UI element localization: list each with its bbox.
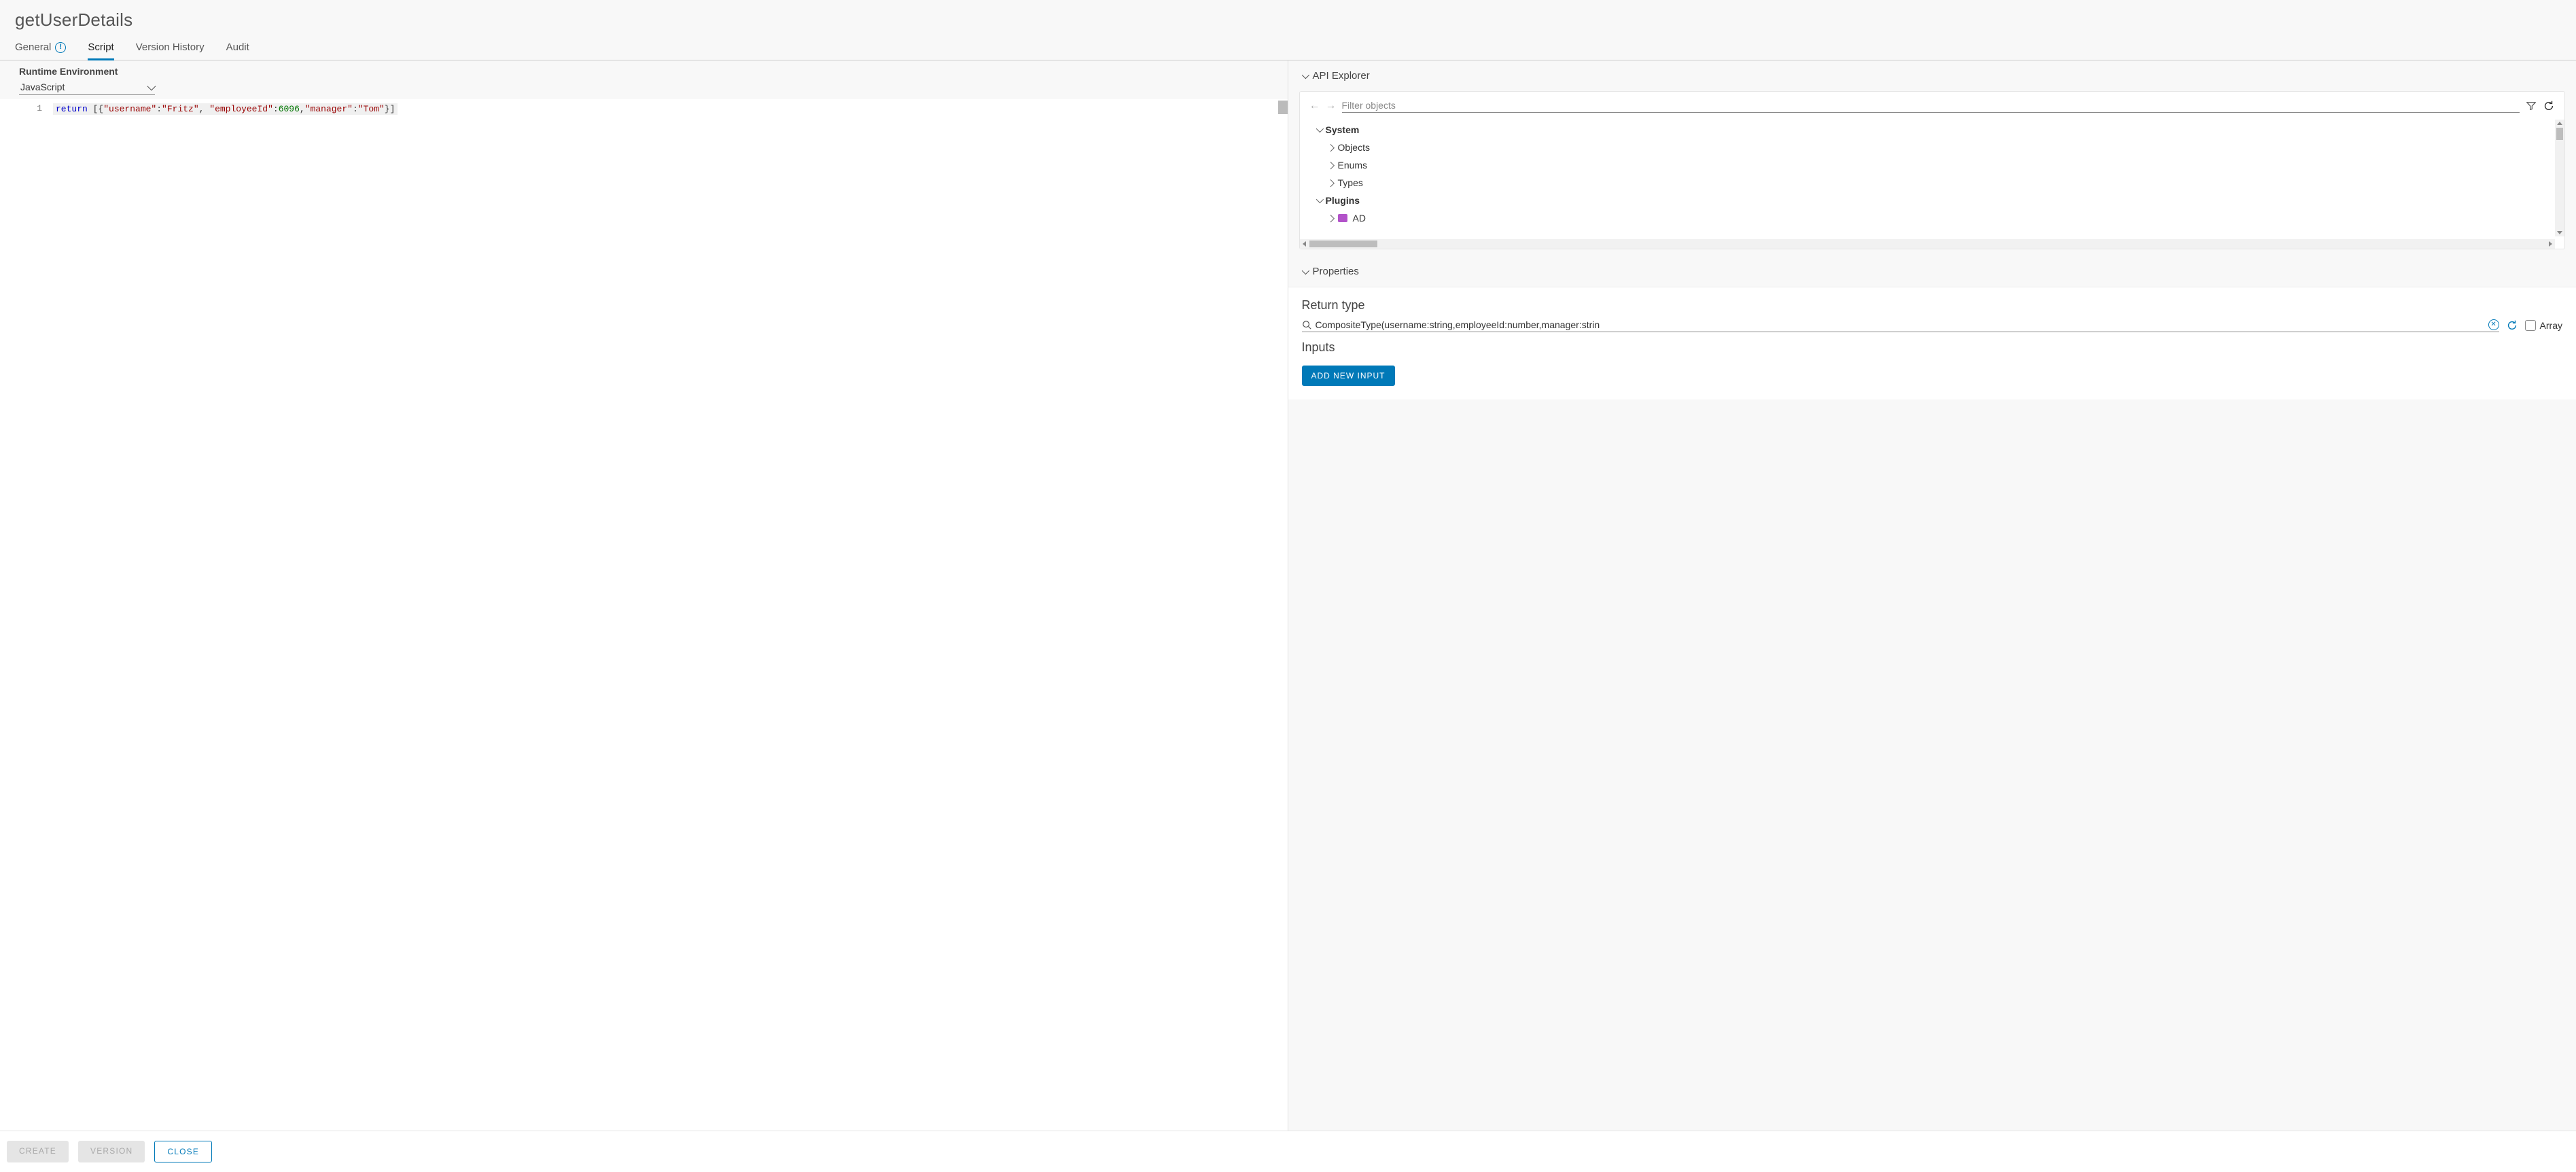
- tree-node-ad[interactable]: AD: [1313, 209, 2565, 227]
- api-explorer-toggle[interactable]: API Explorer: [1288, 60, 2576, 91]
- refresh-return-type-icon[interactable]: [2506, 319, 2518, 332]
- code-line[interactable]: return [{"username":"Fritz", "employeeId…: [53, 103, 398, 115]
- tree-node-enums[interactable]: Enums: [1313, 156, 2565, 174]
- tree-node-plugins[interactable]: Plugins: [1313, 192, 2565, 209]
- tree-node-objects[interactable]: Objects: [1313, 139, 2565, 156]
- tab-version[interactable]: Version History: [136, 35, 205, 60]
- chevron-down-icon: [1316, 196, 1323, 203]
- return-type-label: Return type: [1302, 298, 2563, 313]
- chevron-down-icon: [1301, 266, 1309, 274]
- api-explorer-title: API Explorer: [1313, 70, 1370, 82]
- chevron-down-icon: [1316, 125, 1323, 132]
- tree-hscrollbar[interactable]: [1300, 239, 2556, 249]
- tab-label: Version History: [136, 41, 205, 53]
- return-type-input[interactable]: [1316, 319, 2484, 330]
- add-new-input-button[interactable]: ADD NEW INPUT: [1302, 366, 1395, 386]
- line-number: 1: [0, 103, 42, 113]
- checkbox-icon: [2525, 320, 2536, 331]
- runtime-env-label: Runtime Environment: [19, 66, 1269, 77]
- tree-node-label: AD: [1353, 213, 1366, 224]
- tab-script[interactable]: Script: [88, 35, 113, 60]
- plugin-icon: [1338, 214, 1347, 222]
- tree-node-label: Objects: [1338, 142, 1370, 153]
- chevron-right-icon: [1326, 179, 1334, 187]
- tree-node-system[interactable]: System: [1313, 121, 2565, 139]
- tab-bar: General Script Version History Audit: [0, 35, 2576, 60]
- create-button[interactable]: CREATE: [7, 1141, 69, 1162]
- search-icon: [1302, 320, 1311, 330]
- inputs-label: Inputs: [1302, 340, 2563, 355]
- tab-audit[interactable]: Audit: [226, 35, 249, 60]
- nav-forward-icon[interactable]: →: [1326, 100, 1337, 112]
- array-checkbox[interactable]: Array: [2525, 320, 2562, 331]
- array-checkbox-label: Array: [2540, 320, 2562, 331]
- tree-node-label: Plugins: [1326, 195, 1360, 206]
- tree-node-label: Enums: [1338, 160, 1368, 171]
- version-button[interactable]: VERSION: [78, 1141, 145, 1162]
- page-title: getUserDetails: [15, 10, 2561, 31]
- refresh-icon[interactable]: [2543, 100, 2555, 112]
- editor-vscroll-thumb[interactable]: [1278, 101, 1288, 114]
- tab-label: General: [15, 41, 51, 53]
- properties-toggle[interactable]: Properties: [1288, 256, 2576, 287]
- chevron-down-icon: [1301, 71, 1309, 78]
- tab-label: Script: [88, 41, 113, 53]
- tree-node-types[interactable]: Types: [1313, 174, 2565, 192]
- runtime-env-value: JavaScript: [20, 82, 65, 92]
- nav-back-icon[interactable]: ←: [1309, 100, 1320, 112]
- api-filter-input[interactable]: [1342, 100, 2520, 111]
- runtime-env-select[interactable]: JavaScript: [19, 79, 155, 95]
- chevron-right-icon: [1326, 162, 1334, 169]
- clear-icon[interactable]: [2488, 319, 2499, 330]
- chevron-right-icon: [1326, 215, 1334, 222]
- tree-node-label: System: [1326, 124, 1360, 135]
- filter-icon[interactable]: [2525, 100, 2537, 112]
- tab-general[interactable]: General: [15, 35, 66, 60]
- properties-title: Properties: [1313, 266, 1359, 277]
- tree-vscrollbar[interactable]: [2555, 120, 2564, 236]
- code-editor[interactable]: 1 return [{"username":"Fritz", "employee…: [0, 99, 1288, 1131]
- close-button[interactable]: CLOSE: [154, 1141, 212, 1162]
- chevron-right-icon: [1326, 144, 1334, 152]
- chevron-down-icon: [147, 82, 156, 90]
- tab-label: Audit: [226, 41, 249, 53]
- tree-node-label: Types: [1338, 177, 1363, 188]
- info-icon: [55, 42, 66, 53]
